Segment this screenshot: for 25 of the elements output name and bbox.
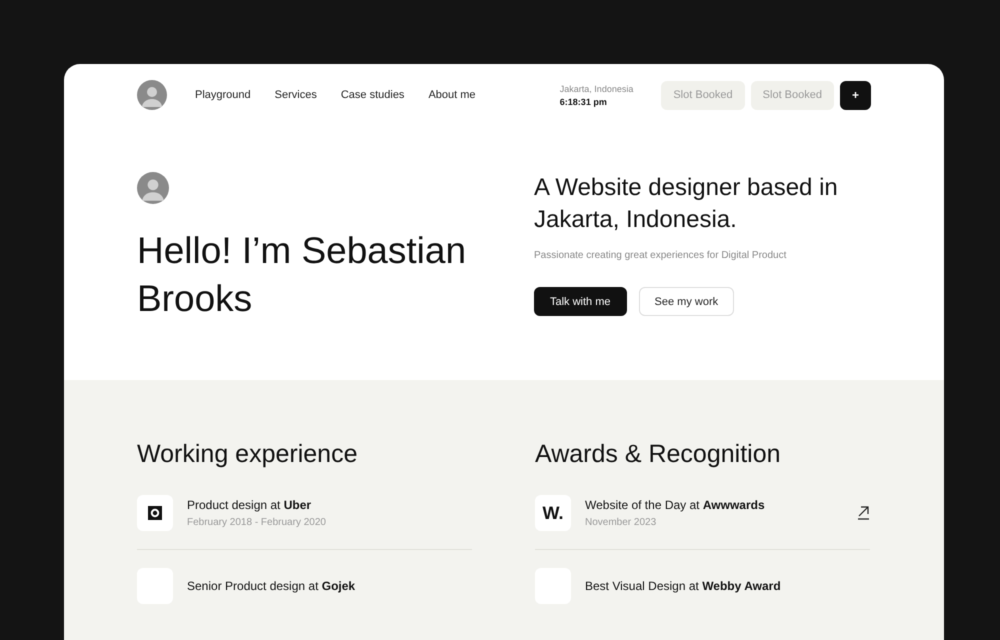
add-button[interactable]: + xyxy=(840,80,871,110)
hero-subtitle: Passionate creating great experiences for Digital Product xyxy=(534,250,788,261)
hero-heading: Hello! I’m Sebastian Brooks xyxy=(137,229,468,321)
work-button[interactable]: See my work xyxy=(638,287,734,316)
nav-link[interactable]: Services xyxy=(274,89,317,101)
avatar-icon xyxy=(137,172,169,204)
item-title: Website of the Day at Awwwards xyxy=(585,498,766,512)
nav-link[interactable]: Playground xyxy=(195,89,251,101)
section-title: Working experience xyxy=(137,440,358,469)
item-title: Senior Product design at Gojek xyxy=(187,579,356,593)
item-title: Product design at Uber xyxy=(187,498,312,512)
logo-tile: W. xyxy=(535,495,571,531)
talk-button[interactable]: Talk with me xyxy=(534,287,627,316)
nav-link[interactable]: Case studies xyxy=(340,89,404,101)
arrow-icon[interactable] xyxy=(857,506,870,520)
avatar-icon xyxy=(137,80,167,110)
item-title: Best Visual Design at Webby Award xyxy=(585,579,782,593)
nav-link[interactable]: About me xyxy=(428,89,476,101)
item-date: February 2018 - February 2020 xyxy=(187,517,327,528)
hero-headline: A Website designer based in Jakarta, Indonesia. xyxy=(534,173,839,235)
square-ring-icon xyxy=(148,506,162,520)
item-date: November 2023 xyxy=(585,517,658,528)
time-text: 6:18:31 pm xyxy=(560,96,608,106)
location-text: Jakarta, Indonesia xyxy=(560,84,634,94)
section-title: Awards & Recognition xyxy=(535,440,782,469)
